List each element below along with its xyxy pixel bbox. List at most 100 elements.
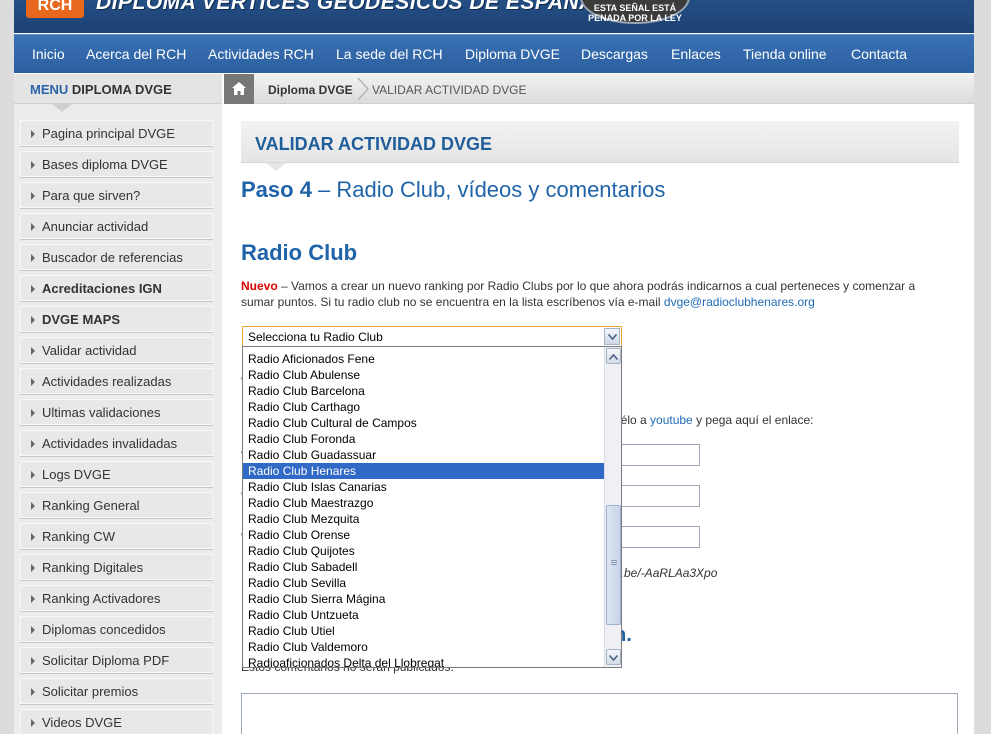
sidebar-item-ranking-activadores[interactable]: Ranking Activadores <box>20 585 213 611</box>
dropdown-option[interactable]: Radio Club Carthago <box>243 399 604 415</box>
sidebar-item-label: DVGE MAPS <box>42 312 121 327</box>
sidebar-item-realizadas[interactable]: Actividades realizadas <box>20 368 213 394</box>
page: RCH DIPLOMA VERTICES GEODESICOS DE ESPAÑ… <box>14 0 974 734</box>
sidebar-title-pointer <box>52 104 72 112</box>
dropdown-option[interactable]: Radio Club Sierra Mágina <box>243 591 604 607</box>
sidebar-item-label: Diplomas concedidos <box>42 622 166 637</box>
sidebar-item-para-que-sirven[interactable]: Para que sirven? <box>20 182 213 208</box>
sidebar-item-ranking-cw[interactable]: Ranking CW <box>20 523 213 549</box>
chevron-down-icon <box>609 655 618 661</box>
dropdown-option[interactable]: Radio Club Quijotes <box>243 543 604 559</box>
dropdown-option[interactable]: Radio Club Guadassuar <box>243 447 604 463</box>
arrow-right-icon <box>31 719 35 727</box>
site-header: RCH DIPLOMA VERTICES GEODESICOS DE ESPAÑ… <box>14 0 974 33</box>
select-toggle[interactable] <box>604 328 620 345</box>
nav-diploma[interactable]: Diploma DVGE <box>465 46 560 62</box>
sidebar-item-label: Bases diploma DVGE <box>42 157 168 172</box>
content-header-pointer <box>266 163 286 171</box>
arrow-right-icon <box>31 285 35 293</box>
dropdown-option[interactable]: Radio Club Mezquita <box>243 511 604 527</box>
sidebar-item-solicitar-pdf[interactable]: Solicitar Diploma PDF <box>20 647 213 673</box>
dropdown-option[interactable]: Radio Club Cultural de Campos <box>243 415 604 431</box>
sidebar-item-ultimas[interactable]: Ultimas validaciones <box>20 399 213 425</box>
arrow-right-icon <box>31 192 35 200</box>
breadcrumb-diploma-link[interactable]: Diploma DVGE <box>268 83 353 97</box>
nav-acerca[interactable]: Acerca del RCH <box>86 46 186 62</box>
new-tag: Nuevo <box>241 279 278 293</box>
dropdown-option[interactable]: Radio Club Utiel <box>243 623 604 639</box>
sidebar-item-validar[interactable]: Validar actividad <box>20 337 213 363</box>
sidebar-item-pagina-principal[interactable]: Pagina principal DVGE <box>20 120 213 146</box>
radio-club-select[interactable]: Selecciona tu Radio Club <box>242 326 622 347</box>
sidebar: MENU DIPLOMA DVGE Pagina principal DVGE … <box>14 74 222 734</box>
arrow-right-icon <box>31 130 35 138</box>
sidebar-item-ranking-digitales[interactable]: Ranking Digitales <box>20 554 213 580</box>
sidebar-item-solicitar-premios[interactable]: Solicitar premios <box>20 678 213 704</box>
sidebar-item-anunciar[interactable]: Anunciar actividad <box>20 213 213 239</box>
home-icon[interactable] <box>224 74 254 104</box>
video-instructions: bélo a youtube y pega aquí el enlace: <box>614 413 814 427</box>
sidebar-item-acreditaciones[interactable]: Acreditaciones IGN <box>20 275 213 301</box>
nav-descargas[interactable]: Descargas <box>581 46 648 62</box>
sidebar-item-label: Validar actividad <box>42 343 137 358</box>
arrow-right-icon <box>31 564 35 572</box>
nav-actividades[interactable]: Actividades RCH <box>208 46 314 62</box>
arrow-right-icon <box>31 409 35 417</box>
sidebar-item-bases[interactable]: Bases diploma DVGE <box>20 151 213 177</box>
step-description: – Radio Club, vídeos y comentarios <box>311 177 666 202</box>
comments-textarea[interactable] <box>241 693 958 734</box>
sidebar-item-label: Solicitar Diploma PDF <box>42 653 170 668</box>
arrow-right-icon <box>31 471 35 479</box>
dropdown-option[interactable]: Radio Club Abulense <box>243 367 604 383</box>
sidebar-item-logs[interactable]: Logs DVGE <box>20 461 213 487</box>
nav-sede[interactable]: La sede del RCH <box>336 46 443 62</box>
youtube-link[interactable]: youtube <box>650 413 693 427</box>
arrow-right-icon <box>31 254 35 262</box>
arrow-right-icon <box>31 626 35 634</box>
sidebar-item-ranking-general[interactable]: Ranking General <box>20 492 213 518</box>
contact-email-link[interactable]: dvge@radioclubhenares.org <box>664 295 815 309</box>
nav-inicio[interactable]: Inicio <box>32 46 65 62</box>
nav-tienda[interactable]: Tienda online <box>743 46 827 62</box>
dropdown-option[interactable]: Radioaficionados Delta del Llobregat <box>243 655 604 667</box>
content-header: VALIDAR ACTIVIDAD DVGE <box>241 121 959 163</box>
sidebar-item-diplomas[interactable]: Diplomas concedidos <box>20 616 213 642</box>
sidebar-item-videos[interactable]: Videos DVGE <box>20 709 213 734</box>
site-logo[interactable]: RCH <box>26 0 84 18</box>
dropdown-option[interactable]: Radio Club Islas Canarias <box>243 479 604 495</box>
dropdown-option[interactable]: Radio Club Barcelona <box>243 383 604 399</box>
video-url-input-1[interactable] <box>614 444 700 466</box>
scroll-up-button[interactable] <box>606 348 621 364</box>
dropdown-option-highlighted[interactable]: Radio Club Henares <box>243 463 604 479</box>
page-title: VALIDAR ACTIVIDAD DVGE <box>255 134 493 154</box>
video-url-input-3[interactable] <box>614 526 700 548</box>
select-value: Selecciona tu Radio Club <box>248 330 383 344</box>
nav-contacta[interactable]: Contacta <box>851 46 907 62</box>
dropdown-option[interactable]: Radio Club Sevilla <box>243 575 604 591</box>
sidebar-item-buscador[interactable]: Buscador de referencias <box>20 244 213 270</box>
scrollbar-thumb[interactable] <box>606 505 621 625</box>
step-number: Paso 4 <box>241 177 312 202</box>
scroll-down-button[interactable] <box>606 649 621 665</box>
dropdown-scrollbar[interactable] <box>604 347 621 667</box>
example-url: u.be/-AaRLAa3Xpo <box>614 566 718 580</box>
sidebar-item-label: Ranking Activadores <box>42 591 161 606</box>
video-url-input-2[interactable] <box>614 485 700 507</box>
arrow-right-icon <box>31 347 35 355</box>
dropdown-options: Radio Aficionados Fene Radio Club Abulen… <box>243 351 604 667</box>
seal-badge: ESTA SEÑAL ESTÁ PENADA POR LA LEY <box>580 0 690 24</box>
nav-enlaces[interactable]: Enlaces <box>671 46 721 62</box>
sidebar-item-dvge-maps[interactable]: DVGE MAPS <box>20 306 213 332</box>
dropdown-option[interactable]: Radio Club Sabadell <box>243 559 604 575</box>
radio-club-intro: Nuevo – Vamos a crear un nuevo ranking p… <box>241 278 951 310</box>
sidebar-item-label: Buscador de referencias <box>42 250 183 265</box>
breadcrumb: Diploma DVGE VALIDAR ACTIVIDAD DVGE <box>224 74 974 104</box>
dropdown-option[interactable]: Radio Club Foronda <box>243 431 604 447</box>
dropdown-option[interactable]: Radio Aficionados Fene <box>243 351 604 367</box>
dropdown-option[interactable]: Radio Club Orense <box>243 527 604 543</box>
dropdown-option[interactable]: Radio Club Untzueta <box>243 607 604 623</box>
dropdown-option[interactable]: Radio Club Valdemoro <box>243 639 604 655</box>
chevron-right-icon <box>357 78 370 100</box>
dropdown-option[interactable]: Radio Club Maestrazgo <box>243 495 604 511</box>
sidebar-item-invalidadas[interactable]: Actividades invalidadas <box>20 430 213 456</box>
